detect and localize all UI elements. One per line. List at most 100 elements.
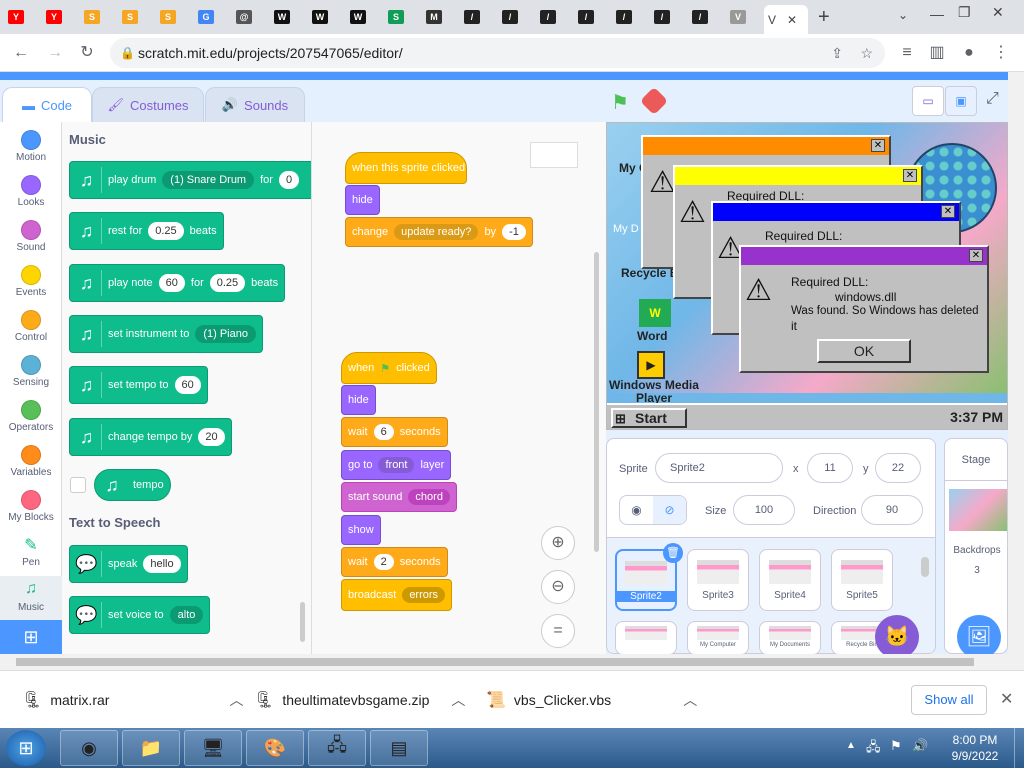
sprite-thumbnail[interactable]: Sprite3 — [687, 549, 749, 611]
category-pen[interactable]: ✎ Pen — [0, 535, 62, 568]
zoom-reset-icon[interactable]: = — [541, 614, 575, 648]
page-vertical-scrollbar[interactable] — [1008, 72, 1024, 654]
start-sound-block[interactable]: start sound chord — [341, 482, 457, 512]
palette-scrollbar[interactable] — [300, 602, 305, 642]
show-all-button[interactable]: Show all — [911, 685, 987, 715]
when-flag-clicked-block[interactable]: when ⚑ clicked — [341, 352, 437, 384]
workspace-scrollbar[interactable] — [594, 252, 599, 552]
browser-tab[interactable]: / — [498, 5, 530, 29]
beats-input[interactable]: 0.25 — [209, 274, 246, 292]
play-note-block[interactable]: ♫ play note 60 for 0.25 beats — [69, 264, 286, 302]
browser-tab[interactable]: M — [422, 5, 454, 29]
share-icon[interactable]: ⇪ — [831, 38, 843, 68]
browser-tab[interactable]: W — [346, 5, 378, 29]
download-item[interactable]: 📜 vbs_Clicker.vbs ︿ — [486, 687, 697, 713]
download-item[interactable]: 🗜 theultimatevbsgame.zip ︿ — [254, 687, 465, 713]
when-sprite-clicked-block[interactable]: when this sprite clicked — [345, 152, 467, 184]
y-input[interactable]: 22 — [875, 453, 921, 483]
media-icon[interactable]: ≡ — [896, 42, 918, 64]
url-field[interactable]: 🔒 scratch.mit.edu/projects/207547065/edi… — [110, 38, 885, 68]
browser-tab[interactable]: / — [650, 5, 682, 29]
browser-tab[interactable]: S — [384, 5, 416, 29]
change-tempo-block[interactable]: ♫ change tempo by 20 — [69, 418, 232, 456]
restore-icon[interactable]: ❐ — [958, 4, 971, 21]
tempo-reporter[interactable]: ♫ tempo — [94, 469, 171, 501]
category-sensing[interactable]: Sensing — [0, 355, 62, 388]
new-tab-button[interactable]: + — [818, 6, 830, 29]
browser-tab[interactable]: S — [80, 5, 112, 29]
chevron-up-icon[interactable]: ︿ — [683, 690, 697, 710]
speak-block[interactable]: 💬 speak hello — [69, 545, 188, 583]
tray-flag-icon[interactable]: ⚑ — [890, 738, 902, 754]
browser-tab[interactable]: / — [536, 5, 568, 29]
browser-tab[interactable]: W — [308, 5, 340, 29]
browser-tab[interactable]: S — [118, 5, 150, 29]
browser-tab[interactable]: W — [270, 5, 302, 29]
hide-block[interactable]: hide — [345, 185, 380, 215]
terminal-taskbar-icon[interactable]: ▤ — [370, 730, 428, 766]
browser-tab[interactable]: / — [574, 5, 606, 29]
profile-icon[interactable]: ● — [958, 42, 980, 64]
seconds-input[interactable]: 2 — [373, 554, 394, 570]
close-window-icon[interactable]: ✕ — [992, 4, 1004, 21]
delete-sprite-icon[interactable]: 🗑 — [663, 543, 683, 563]
browser-tab[interactable]: / — [460, 5, 492, 29]
fullscreen-icon[interactable]: ⤢ — [986, 90, 999, 108]
category-control[interactable]: Control — [0, 310, 62, 343]
chevron-up-icon[interactable]: ︿ — [451, 690, 465, 710]
menu-icon[interactable]: ⋮ — [990, 42, 1012, 64]
category-music[interactable]: ♫ Music — [0, 576, 62, 620]
active-tab[interactable]: V ✕ — [764, 5, 808, 34]
minimize-icon[interactable]: — — [930, 6, 944, 22]
sprite-thumbnail[interactable]: Sprite4 — [759, 549, 821, 611]
eye-icon[interactable]: ◉ — [620, 496, 653, 524]
close-icon[interactable]: ✕ — [1000, 689, 1013, 709]
category-operators[interactable]: Operators — [0, 400, 62, 433]
set-instrument-block[interactable]: ♫ set instrument to (1) Piano — [69, 315, 263, 353]
eye-hidden-icon[interactable]: ⊘ — [653, 496, 686, 524]
zoom-out-icon[interactable]: ⊖ — [541, 570, 575, 604]
category-sound[interactable]: Sound — [0, 220, 62, 253]
set-tempo-block[interactable]: ♫ set tempo to 60 — [69, 366, 208, 404]
tab-search-icon[interactable]: ⌄ — [898, 8, 908, 22]
add-backdrop-button[interactable]: 🖼 — [957, 615, 1001, 659]
back-icon[interactable]: ← — [10, 42, 32, 64]
speak-input[interactable]: hello — [143, 555, 181, 573]
tempo-checkbox[interactable] — [70, 477, 86, 493]
show-block[interactable]: show — [341, 515, 381, 545]
show-desktop-button[interactable] — [1014, 728, 1024, 768]
paint-taskbar-icon[interactable]: 🎨 — [246, 730, 304, 766]
add-sprite-button[interactable]: 🐱 — [875, 615, 919, 659]
size-input[interactable]: 100 — [733, 495, 795, 525]
reload-icon[interactable]: ↻ — [76, 42, 98, 64]
sprite-name-input[interactable]: Sprite2 — [655, 453, 783, 483]
rest-block[interactable]: ♫ rest for 0.25 beats — [69, 212, 224, 250]
browser-tab[interactable]: V — [726, 5, 758, 29]
browser-tab[interactable]: G — [194, 5, 226, 29]
tab-costumes[interactable]: 🖌 Costumes — [92, 87, 204, 123]
chevron-up-icon[interactable]: ︿ — [229, 690, 243, 710]
browser-tab[interactable]: / — [688, 5, 720, 29]
sprite-thumbnail[interactable]: My Computer — [687, 621, 749, 655]
change-effect-block[interactable]: change update ready? by -1 — [345, 217, 533, 247]
direction-input[interactable]: 90 — [861, 495, 923, 525]
sprite-list-scrollbar[interactable] — [921, 557, 929, 577]
control-panel-taskbar-icon[interactable]: 🖥 — [184, 730, 242, 766]
system-clock[interactable]: 8:00 PM 9/9/2022 — [940, 732, 1010, 764]
page-horizontal-scrollbar[interactable] — [0, 654, 1024, 670]
beats-input[interactable]: 0.25 — [148, 222, 184, 240]
x-input[interactable]: 11 — [807, 453, 853, 483]
small-stage-icon[interactable]: ▭ — [912, 86, 944, 116]
chrome-taskbar-icon[interactable]: ◉ — [60, 730, 118, 766]
set-voice-block[interactable]: 💬 set voice to alto — [69, 596, 211, 634]
stage[interactable]: My C My D Recycle B W Word ▶ Windows Med… — [606, 122, 1008, 430]
bookmark-star-icon[interactable]: ☆ — [860, 38, 873, 68]
network-taskbar-icon[interactable]: 🖧 — [308, 730, 366, 766]
scrollbar-thumb[interactable] — [16, 658, 974, 666]
tempo-input[interactable]: 60 — [174, 376, 201, 394]
play-drum-block[interactable]: ♫ play drum (1) Snare Drum for 0 — [69, 161, 311, 199]
note-input[interactable]: 60 — [158, 274, 185, 292]
sprite-thumbnail[interactable]: Sprite5 — [831, 549, 893, 611]
sprite-thumbnail[interactable] — [615, 621, 677, 655]
tray-chevron-icon[interactable]: ▲ — [846, 740, 856, 751]
